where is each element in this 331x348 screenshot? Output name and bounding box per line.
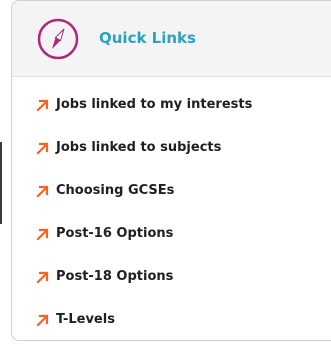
- quick-link-jobs-interests[interactable]: Jobs linked to my interests: [36, 95, 252, 138]
- quick-links-title: Quick Links: [99, 29, 196, 47]
- arrow-up-right-icon: [36, 271, 49, 284]
- quick-link-post-16-options[interactable]: Post-16 Options: [36, 224, 252, 267]
- quick-link-label: Jobs linked to subjects: [56, 140, 222, 155]
- quick-link-label: Post-16 Options: [56, 226, 174, 241]
- arrow-up-right-icon: [36, 142, 49, 155]
- quick-link-label: T-Levels: [56, 312, 115, 327]
- quick-link-choosing-gcses[interactable]: Choosing GCSEs: [36, 181, 252, 224]
- quick-link-jobs-subjects[interactable]: Jobs linked to subjects: [36, 138, 252, 181]
- quick-links-panel: Quick Links Jobs linked to my interests …: [11, 0, 331, 341]
- arrow-up-right-icon: [36, 228, 49, 241]
- quick-link-label: Jobs linked to my interests: [56, 97, 253, 112]
- quick-links-header: Quick Links: [12, 1, 331, 77]
- quick-links-list: Jobs linked to my interests Jobs linked …: [36, 95, 252, 340]
- quick-link-label: Choosing GCSEs: [56, 183, 175, 198]
- compass-icon: [37, 18, 79, 60]
- quick-link-label: Post-18 Options: [56, 269, 174, 284]
- arrow-up-right-icon: [36, 314, 49, 327]
- left-divider-line: [0, 142, 2, 224]
- arrow-up-right-icon: [36, 99, 49, 112]
- quick-link-post-18-options[interactable]: Post-18 Options: [36, 267, 252, 310]
- arrow-up-right-icon: [36, 185, 49, 198]
- quick-link-t-levels[interactable]: T-Levels: [36, 310, 252, 340]
